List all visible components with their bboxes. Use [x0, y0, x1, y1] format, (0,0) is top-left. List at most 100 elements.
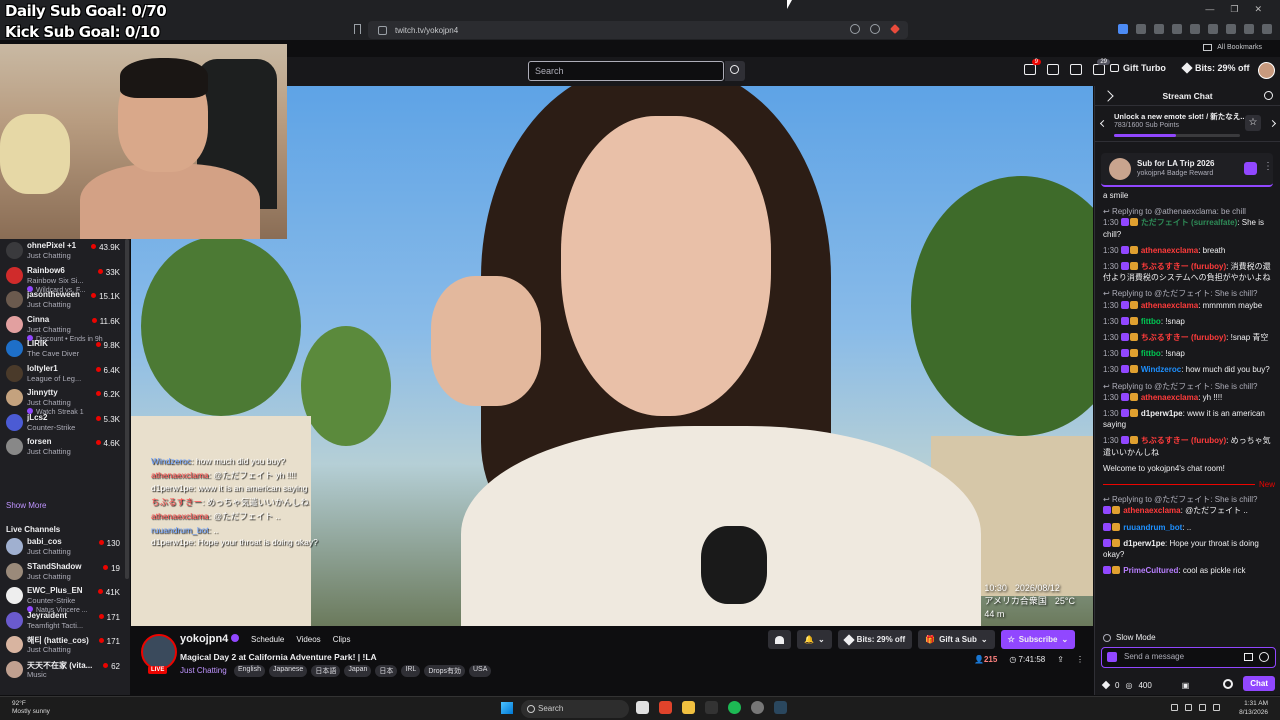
site-info-icon[interactable]	[378, 25, 387, 35]
chat-username[interactable]: Windzeroc	[1141, 365, 1181, 374]
channel-points-icon[interactable]: ◎	[1125, 681, 1132, 690]
star-icon[interactable]: ☆	[1245, 115, 1261, 131]
tag[interactable]: English	[234, 665, 265, 677]
chat-message[interactable]: 1:30 Windzeroc: how much did you buy?	[1103, 364, 1275, 375]
extension-icon[interactable]	[1136, 24, 1146, 34]
folder-icon[interactable]	[682, 701, 695, 714]
search-input[interactable]: Search	[528, 61, 724, 81]
sidebar-channel-item[interactable]: forsen Just Chatting 4.6K	[0, 435, 130, 459]
taskbar-search[interactable]: Search	[521, 700, 629, 718]
tag[interactable]: Japanese	[268, 665, 308, 677]
activity-icon[interactable]	[1070, 64, 1082, 75]
more-options-icon[interactable]: ⋮	[1263, 161, 1273, 172]
tab-schedule[interactable]: Schedule	[251, 635, 284, 644]
tag[interactable]: Drops有効	[424, 665, 465, 677]
sidebar-channel-item[interactable]: Cinna Just Chatting Discount • Ends in 9h 1…	[0, 313, 130, 343]
tag[interactable]: 日本語	[311, 665, 341, 677]
chat-username[interactable]: athenaexclama	[1141, 301, 1198, 310]
zoom-icon[interactable]	[850, 24, 860, 34]
sidebar-channel-item[interactable]: 해티 (hattie_cos) Just Chatting 171	[0, 633, 130, 657]
chat-username[interactable]: athenaexclama	[1141, 246, 1198, 255]
chat-message[interactable]: 1:30 ちぶるすきー (furuboy): 消費税の還付より消費税のシステムへ…	[1103, 261, 1275, 283]
tab-clips[interactable]: Clips	[333, 635, 351, 644]
chat-message[interactable]: 1:30 ちぶるすきー (furuboy): !snap 青空	[1103, 332, 1275, 343]
chat-username[interactable]: athenaexclama	[1141, 393, 1198, 402]
chat-message[interactable]: 1:30 fittbo: !snap	[1103, 348, 1275, 359]
file-explorer-icon[interactable]	[636, 701, 649, 714]
whispers-icon[interactable]	[1047, 64, 1059, 75]
subscribe-button[interactable]: ☆ Subscribe ⌄	[1000, 630, 1076, 649]
streamer-name[interactable]: yokojpn4	[180, 633, 240, 645]
sidebar-channel-item[interactable]: LIRIK The Cave Diver 9.8K	[0, 337, 130, 361]
more-options-icon[interactable]: ⋮	[1076, 655, 1084, 664]
sidebar-channel-item[interactable]: jasontheween Just Chatting 15.1K	[0, 288, 130, 312]
chat-username[interactable]: ただフェイト (surrealfate)	[1141, 218, 1237, 227]
chat-username[interactable]: fittbo	[1141, 349, 1161, 358]
chat-message[interactable]: ↩ Replying to @ただフェイト: She is chill? ath…	[1103, 494, 1275, 516]
sidebar-channel-item[interactable]: loltyler1 League of Leg... 6.4K	[0, 362, 130, 386]
collapse-chat-icon[interactable]	[1102, 90, 1114, 102]
show-more-link[interactable]: Show More	[6, 501, 46, 510]
address-bar[interactable]: twitch.tv/yokojpn4	[368, 21, 908, 39]
gift-sub-button[interactable]: 🎁 Gift a Sub ⌄	[918, 630, 995, 649]
tag[interactable]: Japan	[344, 665, 372, 677]
tag[interactable]: 日本	[375, 665, 398, 677]
chevron-right-icon[interactable]	[1268, 119, 1277, 128]
chat-username[interactable]: d1perw1pe	[1123, 539, 1165, 548]
sidebar-channel-item[interactable]: 天天不在家 (vita... Music 62	[0, 658, 130, 682]
reply-context[interactable]: ↩ Replying to @athenaexclama: be chill	[1103, 206, 1275, 217]
tag[interactable]: USA	[469, 665, 492, 677]
menu-icon[interactable]	[1262, 24, 1272, 34]
chat-username[interactable]: athenaexclama	[1123, 506, 1180, 515]
volume-icon[interactable]	[1199, 704, 1206, 711]
hype-icon[interactable]: ▣	[1182, 681, 1190, 690]
sidebar-channel-item[interactable]: ohnePixel +1 Just Chatting 43.9K	[0, 239, 130, 263]
all-bookmarks[interactable]: All Bookmarks	[1203, 44, 1262, 51]
close-icon[interactable]: ✕	[1254, 4, 1262, 15]
weather-widget[interactable]: 92°F Mostly sunny	[12, 700, 50, 716]
brave-shield-icon[interactable]	[870, 24, 880, 34]
community-icon[interactable]	[1264, 91, 1273, 100]
sidebar-channel-item[interactable]: Jinnytty Just Chatting Watch Streak 1 6.2K	[0, 386, 130, 416]
channel-avatar[interactable]	[141, 634, 177, 670]
steam-icon[interactable]	[774, 701, 787, 714]
chat-username[interactable]: d1perw1pe	[1141, 409, 1183, 418]
extension-icon[interactable]	[1208, 24, 1218, 34]
chat-input[interactable]: Send a message	[1101, 647, 1276, 668]
extension-icon[interactable]	[1226, 24, 1236, 34]
chat-message[interactable]: 1:30 fittbo: !snap	[1103, 316, 1275, 327]
user-avatar[interactable]	[1258, 62, 1275, 79]
share-icon[interactable]: ⇪	[1057, 655, 1064, 664]
network-icon[interactable]	[1185, 704, 1192, 711]
bits-cheer-icon[interactable]	[1244, 653, 1253, 661]
spotify-icon[interactable]	[728, 701, 741, 714]
tag[interactable]: IRL	[401, 665, 421, 677]
app-icon[interactable]	[751, 701, 764, 714]
extension-icon[interactable]	[1118, 24, 1128, 34]
follow-button[interactable]	[768, 630, 791, 649]
extension-icon[interactable]	[1172, 24, 1182, 34]
sidebar-channel-item[interactable]: jLcs2 Counter-Strike 5.3K	[0, 411, 130, 435]
chat-message[interactable]: ↩ Replying to @ただフェイト: She is chill? 1:30…	[1103, 288, 1275, 310]
chat-username[interactable]: ruuandrum_bot	[1123, 523, 1182, 532]
minimize-icon[interactable]: —	[1205, 4, 1214, 15]
bits-icon[interactable]	[1101, 680, 1111, 690]
chat-message[interactable]: ↩ Replying to @athenaexclama: be chill 1:…	[1103, 206, 1275, 240]
gift-turbo-button[interactable]: Gift Turbo	[1110, 63, 1166, 73]
chat-message[interactable]: d1perw1pe: Hope your throat is doing oka…	[1103, 538, 1275, 560]
chat-message[interactable]: ↩ Replying to @ただフェイト: She is chill? 1:30…	[1103, 381, 1275, 403]
chat-username[interactable]: ちぶるすきー (furuboy)	[1141, 436, 1226, 445]
chat-username[interactable]: ちぶるすきー (furuboy)	[1141, 333, 1226, 342]
pinned-reward[interactable]: Sub for LA Trip 2026 yokojpn4 Badge Rewa…	[1101, 153, 1273, 187]
chat-message[interactable]: PrimeCultured: cool as pickle rick	[1103, 565, 1275, 576]
address-url[interactable]: twitch.tv/yokojpn4	[395, 26, 458, 35]
chat-badge-icon[interactable]	[1107, 652, 1117, 662]
reward-icon[interactable]	[1244, 162, 1257, 175]
emote-unlock-banner[interactable]: Unlock a new emote slot! / 新たなえ... 783/1…	[1095, 106, 1280, 142]
brave-rewards-icon[interactable]	[890, 24, 900, 34]
restore-icon[interactable]: ❐	[1230, 4, 1238, 15]
chevron-left-icon[interactable]	[1099, 119, 1108, 128]
get-bits-button[interactable]: Bits: 29% off	[1181, 62, 1250, 74]
notifications-icon[interactable]: 9	[1024, 59, 1041, 75]
chat-username[interactable]: ちぶるすきー (furuboy)	[1141, 262, 1226, 271]
